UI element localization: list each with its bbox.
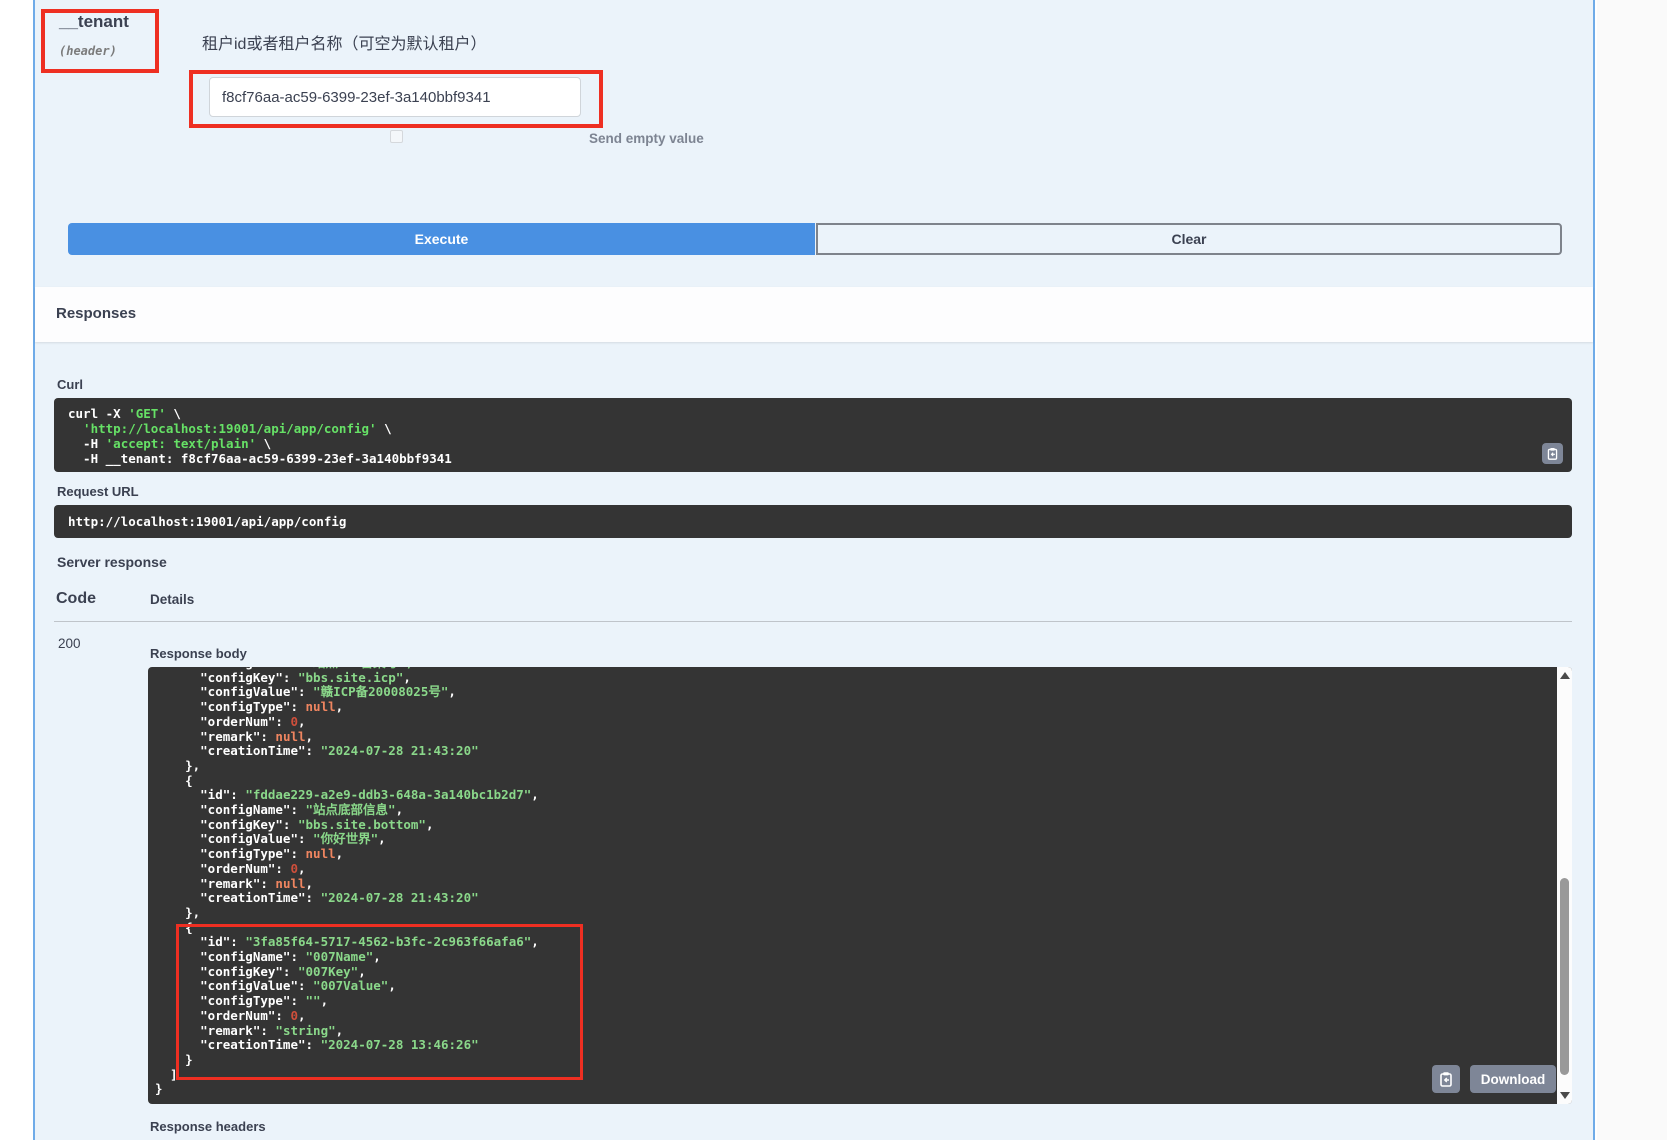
status-code: 200 (58, 636, 81, 651)
code-line: { (155, 774, 539, 789)
code-line: curl -X 'GET' \ (68, 406, 1558, 421)
vertical-scrollbar[interactable] (1557, 667, 1572, 1104)
swagger-endpoint-panel: __tenant (header) 租户id或者租户名称（可空为默认租户） Se… (0, 0, 1667, 1140)
execute-button[interactable]: Execute (68, 223, 815, 255)
get-opblock: __tenant (header) 租户id或者租户名称（可空为默认租户） Se… (33, 0, 1595, 1140)
code-line: "creationTime": "2024-07-28 21:43:20" (155, 744, 539, 759)
curl-copy-button[interactable] (1542, 443, 1563, 464)
code-line: "configKey": "bbs.site.bottom", (155, 818, 539, 833)
request-url-value: http://localhost:19001/api/app/config (54, 505, 1572, 538)
request-url-label: Request URL (57, 484, 139, 499)
table-header-divider (54, 621, 1572, 622)
code-line: "orderNum": 0, (155, 715, 539, 730)
code-line: } (155, 1082, 539, 1097)
tenant-value-input[interactable] (209, 77, 581, 117)
responses-title: Responses (56, 305, 136, 322)
send-empty-value-checkbox[interactable] (390, 130, 403, 143)
code-line: "configType": null, (155, 847, 539, 862)
scrollbar-thumb[interactable] (1560, 878, 1569, 1075)
annotation-box-json-object (176, 924, 583, 1080)
curl-command-block: curl -X 'GET' \ 'http://localhost:19001/… (54, 398, 1572, 472)
response-copy-button[interactable] (1432, 1065, 1460, 1093)
code-line: "configName": "站点底部信息", (155, 803, 539, 818)
response-body-label: Response body (150, 646, 247, 661)
code-line: 'http://localhost:19001/api/app/config' … (68, 421, 1558, 436)
code-line: "id": "fddae229-a2e9-ddb3-648a-3a140bc1b… (155, 788, 539, 803)
code-line: }, (155, 759, 539, 774)
details-column-header: Details (150, 592, 194, 607)
code-line: "remark": null, (155, 730, 539, 745)
code-line: "configType": null, (155, 700, 539, 715)
code-line: -H __tenant: f8cf76aa-ac59-6399-23ef-3a1… (68, 451, 1558, 466)
code-column-header: Code (56, 590, 96, 608)
param-description: 租户id或者租户名称（可空为默认租户） (202, 30, 486, 54)
clear-button[interactable]: Clear (816, 223, 1562, 255)
code-line: "configValue": "你好世界", (155, 832, 539, 847)
code-line: "orderNum": 0, (155, 862, 539, 877)
code-line: "configKey": "bbs.site.icp", (155, 671, 539, 686)
send-empty-value-label: Send empty value (589, 131, 704, 146)
response-body-block: "configName": "站点ICP备案号", "configKey": "… (148, 667, 1572, 1104)
server-response-label: Server response (57, 554, 167, 570)
clipboard-icon (1432, 1071, 1460, 1087)
code-line: "creationTime": "2024-07-28 21:43:20" (155, 891, 539, 906)
code-line: "configValue": "赣ICP备20008025号", (155, 685, 539, 700)
responses-section-header: Responses (35, 287, 1593, 342)
page-gutter-right (1597, 0, 1667, 1140)
curl-label: Curl (57, 377, 83, 392)
scroll-down-arrow-icon[interactable] (1560, 1092, 1570, 1099)
code-line: -H 'accept: text/plain' \ (68, 436, 1558, 451)
clipboard-icon (1542, 447, 1563, 460)
download-button[interactable]: Download (1470, 1065, 1556, 1093)
param-location: (header) (59, 44, 117, 58)
response-headers-label: Response headers (150, 1119, 266, 1134)
param-name: __tenant (59, 12, 129, 32)
scroll-up-arrow-icon[interactable] (1560, 672, 1570, 679)
code-line: "remark": null, (155, 877, 539, 892)
code-line: }, (155, 906, 539, 921)
